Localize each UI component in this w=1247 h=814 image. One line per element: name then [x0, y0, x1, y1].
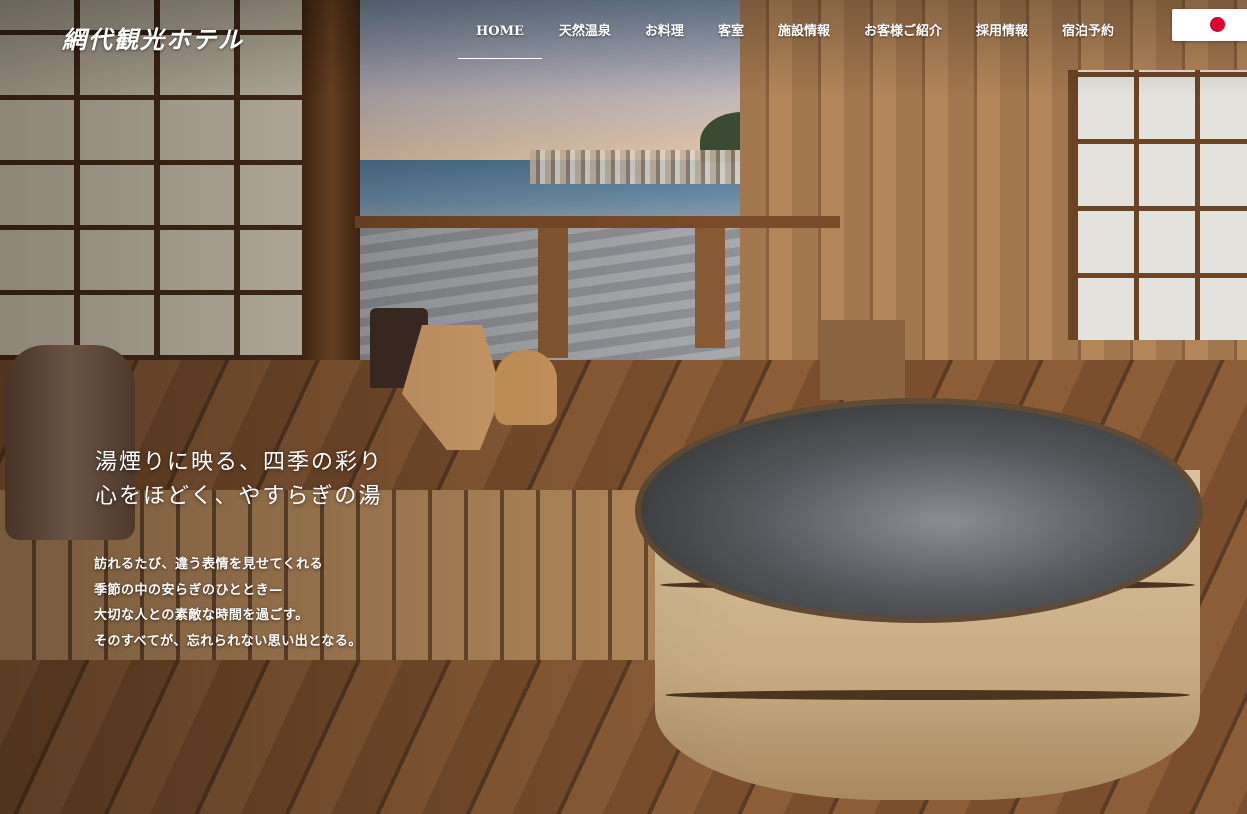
nav-item-rooms[interactable]: 客室	[701, 1, 761, 59]
hero-headline-line: 心をほどく、やすらぎの湯	[95, 484, 383, 509]
nav-item-guests[interactable]: お客様ご紹介	[847, 1, 959, 59]
nav-item-recruit[interactable]: 採用情報	[959, 1, 1045, 59]
hero-body-line: 訪れるたび、違う表情を見せてくれる	[94, 557, 324, 572]
site-logo[interactable]: 網代観光ホテル	[62, 20, 244, 55]
image-shade	[0, 0, 1247, 814]
nav-item-booking[interactable]: 宿泊予約	[1045, 1, 1131, 59]
hero-body-line: 大切な人との素敵な時間を過ごす。	[94, 608, 309, 623]
hero-headline-line: 湯煙りに映る、四季の彩り	[95, 450, 384, 475]
hero-body: 訪れるたび、違う表情を見せてくれる 季節の中の安らぎのひととき— 大切な人との素…	[94, 552, 362, 654]
hero-body-line: そのすべてが、忘れられない思い出となる。	[94, 633, 362, 649]
hero-body-line: 季節の中の安らぎのひととき—	[94, 582, 283, 598]
hero-section: 網代観光ホテル HOME 天然温泉 お料理 客室 施設情報 お客様ご紹介 採用情…	[0, 0, 1247, 814]
main-nav: HOME 天然温泉 お料理 客室 施設情報 お客様ご紹介 採用情報 宿泊予約	[458, 0, 1131, 60]
language-switcher[interactable]	[1172, 9, 1247, 41]
nav-item-home[interactable]: HOME	[458, 1, 542, 59]
hero-headline: 湯煙りに映る、四季の彩り 心をほどく、やすらぎの湯	[95, 446, 383, 514]
nav-item-facilities[interactable]: 施設情報	[761, 1, 847, 59]
nav-item-onsen[interactable]: 天然温泉	[542, 1, 628, 59]
japan-flag-icon	[1210, 17, 1225, 32]
nav-item-cuisine[interactable]: お料理	[628, 1, 701, 59]
